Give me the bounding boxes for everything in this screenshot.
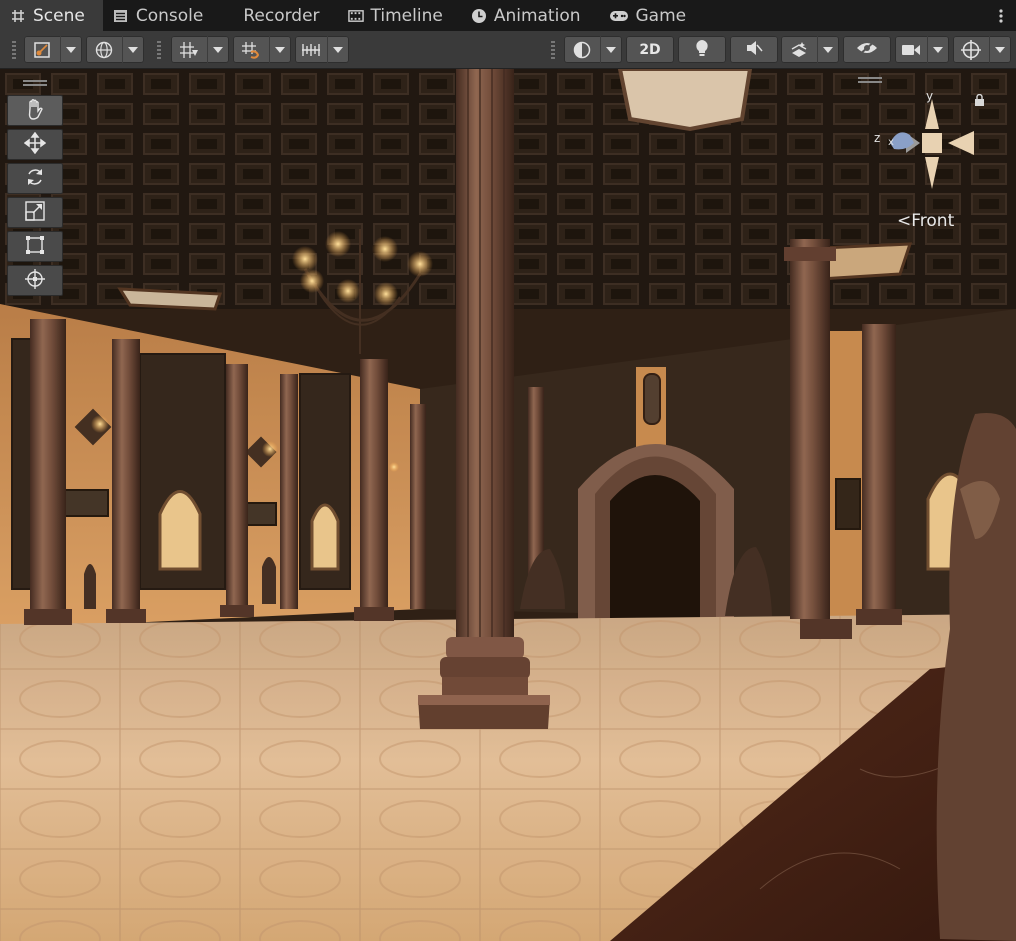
toolbar-grip[interactable] <box>157 41 161 59</box>
increment-snap-dropdown[interactable] <box>233 36 291 63</box>
tab-console[interactable]: Console <box>103 0 222 31</box>
hand-tool-button[interactable] <box>7 95 63 126</box>
tool-palette <box>7 80 63 299</box>
y-axis-label: y <box>926 89 934 103</box>
tab-game[interactable]: Game <box>599 0 705 31</box>
z-axis-label: z <box>874 131 881 145</box>
scale-tool-icon <box>24 200 46 226</box>
scene-toolbar: 2D <box>0 31 1016 69</box>
chevron-down-icon <box>122 36 143 63</box>
timeline-icon <box>347 8 364 24</box>
effects-dropdown[interactable] <box>781 36 839 63</box>
gizmos-icon <box>953 36 989 63</box>
x-axis-label: x <box>888 137 894 148</box>
more-options-icon[interactable] <box>986 0 1016 31</box>
chevron-down-icon <box>327 36 348 63</box>
grid-snapping-dropdown[interactable] <box>171 36 229 63</box>
hand-tool-icon <box>25 98 45 124</box>
tab-label: Animation <box>493 5 581 26</box>
audio-mute-icon <box>745 40 763 60</box>
hidden-objects-icon <box>856 39 878 60</box>
tab-label: Console <box>135 5 204 26</box>
2d-toggle-button[interactable]: 2D <box>626 36 674 63</box>
tab-label: Recorder <box>243 5 320 26</box>
chevron-down-icon <box>600 36 621 63</box>
global-orientation-dropdown[interactable] <box>86 36 144 63</box>
editor-tab-bar: Scene Console Recorder Timeline Animatio… <box>0 0 1016 32</box>
tab-label: Game <box>635 5 687 26</box>
rect-tool-button[interactable] <box>7 231 63 262</box>
gizmo-drag-handle[interactable] <box>858 77 882 83</box>
tab-label: Timeline <box>370 5 443 26</box>
rotate-tool-icon <box>24 166 46 192</box>
tab-timeline[interactable]: Timeline <box>338 0 461 31</box>
gamepad-icon <box>609 8 629 24</box>
toolbar-grip[interactable] <box>12 41 16 59</box>
chevron-down-icon <box>60 36 81 63</box>
transform-tool-icon <box>24 268 46 294</box>
toolbar-grip[interactable] <box>551 41 555 59</box>
move-tool-icon <box>23 131 47 158</box>
hidden-objects-toggle[interactable] <box>843 36 891 63</box>
orientation-gizmo[interactable]: y z x <Front <box>858 77 992 247</box>
global-orientation-icon <box>86 36 122 63</box>
chevron-down-icon <box>269 36 290 63</box>
ruler-snap-dropdown[interactable] <box>295 36 349 63</box>
gizmos-dropdown[interactable] <box>953 36 1011 63</box>
draw-mode-icon <box>24 36 60 63</box>
tab-animation[interactable]: Animation <box>461 0 599 31</box>
chevron-down-icon <box>927 36 948 63</box>
chevron-down-icon <box>207 36 228 63</box>
chevron-down-icon <box>817 36 838 63</box>
scale-tool-button[interactable] <box>7 197 63 228</box>
lighting-toggle[interactable] <box>678 36 726 63</box>
gizmo-axes[interactable] <box>862 89 992 219</box>
move-tool-button[interactable] <box>7 129 63 160</box>
tab-scene[interactable]: Scene <box>0 0 103 31</box>
shading-mode-dropdown[interactable] <box>564 36 622 63</box>
camera-icon <box>895 36 927 63</box>
palette-drag-handle[interactable] <box>23 80 47 86</box>
lighting-icon <box>694 39 710 61</box>
tab-recorder[interactable]: Recorder <box>221 0 337 31</box>
view-name: Front <box>911 211 955 231</box>
grid-hash-icon <box>10 8 26 24</box>
view-prefix: < <box>897 211 912 231</box>
draw-mode-dropdown[interactable] <box>24 36 82 63</box>
tab-label: Scene <box>33 5 85 26</box>
chevron-down-icon <box>989 36 1010 63</box>
animation-clock-icon <box>471 8 487 24</box>
shading-mode-icon <box>564 36 600 63</box>
audio-toggle[interactable] <box>730 36 778 63</box>
console-icon <box>113 8 129 24</box>
view-label[interactable]: <Front <box>897 211 954 231</box>
effects-icon <box>781 36 817 63</box>
2d-label: 2D <box>639 41 661 58</box>
rotate-tool-button[interactable] <box>7 163 63 194</box>
transform-tool-button[interactable] <box>7 265 63 296</box>
camera-dropdown[interactable] <box>895 36 949 63</box>
scene-viewport[interactable]: y z x <Front <box>0 69 1016 941</box>
increment-snap-icon <box>233 36 269 63</box>
ruler-snap-icon <box>295 36 327 63</box>
rect-tool-icon <box>24 234 46 260</box>
grid-snapping-icon <box>171 36 207 63</box>
